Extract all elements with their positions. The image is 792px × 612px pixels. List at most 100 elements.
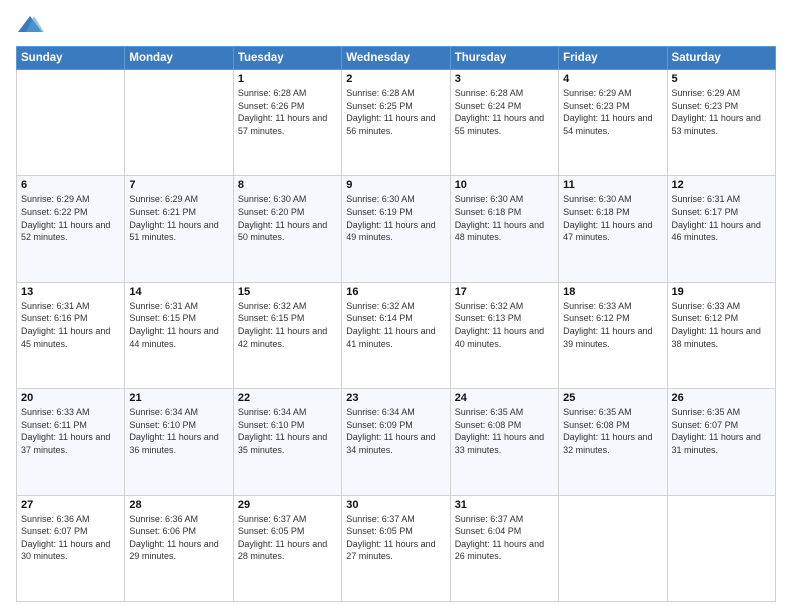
day-info: Sunrise: 6:33 AM Sunset: 6:12 PM Dayligh… [563,300,662,350]
day-info: Sunrise: 6:35 AM Sunset: 6:07 PM Dayligh… [672,406,771,456]
day-number: 16 [346,286,445,298]
calendar-week-5: 27 Sunrise: 6:36 AM Sunset: 6:07 PM Dayli… [17,495,776,601]
calendar-cell: 21 Sunrise: 6:34 AM Sunset: 6:10 PM Dayli… [125,389,233,495]
header [16,12,776,40]
weekday-header-tuesday: Tuesday [233,47,341,70]
calendar-cell: 28 Sunrise: 6:36 AM Sunset: 6:06 PM Dayli… [125,495,233,601]
day-info: Sunrise: 6:31 AM Sunset: 6:17 PM Dayligh… [672,193,771,243]
calendar-cell: 20 Sunrise: 6:33 AM Sunset: 6:11 PM Dayli… [17,389,125,495]
day-info: Sunrise: 6:35 AM Sunset: 6:08 PM Dayligh… [563,406,662,456]
day-number: 24 [455,392,554,404]
day-number: 4 [563,73,662,85]
calendar-cell: 10 Sunrise: 6:30 AM Sunset: 6:18 PM Dayli… [450,176,558,282]
day-number: 17 [455,286,554,298]
weekday-header-monday: Monday [125,47,233,70]
day-number: 15 [238,286,337,298]
day-number: 21 [129,392,228,404]
day-number: 22 [238,392,337,404]
day-number: 14 [129,286,228,298]
calendar-cell: 5Sunrise: 6:29 AM Sunset: 6:23 PM Daylig… [667,70,775,176]
weekday-header-saturday: Saturday [667,47,775,70]
day-number: 30 [346,499,445,511]
day-info: Sunrise: 6:28 AM Sunset: 6:25 PM Dayligh… [346,87,445,137]
day-info: Sunrise: 6:28 AM Sunset: 6:26 PM Dayligh… [238,87,337,137]
weekday-header-wednesday: Wednesday [342,47,450,70]
logo-icon [16,12,44,40]
calendar-cell [125,70,233,176]
day-number: 9 [346,179,445,191]
page: SundayMondayTuesdayWednesdayThursdayFrid… [0,0,792,612]
calendar-cell: 4 Sunrise: 6:29 AM Sunset: 6:23 PM Daylig… [559,70,667,176]
calendar-cell: 19Sunrise: 6:33 AM Sunset: 6:12 PM Dayli… [667,282,775,388]
day-number: 23 [346,392,445,404]
day-info: Sunrise: 6:30 AM Sunset: 6:20 PM Dayligh… [238,193,337,243]
calendar-cell: 6Sunrise: 6:29 AM Sunset: 6:22 PM Daylig… [17,176,125,282]
calendar-week-2: 6Sunrise: 6:29 AM Sunset: 6:22 PM Daylig… [17,176,776,282]
calendar-cell [667,495,775,601]
calendar-cell: 16 Sunrise: 6:32 AM Sunset: 6:14 PM Dayli… [342,282,450,388]
weekday-header-friday: Friday [559,47,667,70]
calendar-cell: 22 Sunrise: 6:34 AM Sunset: 6:10 PM Dayli… [233,389,341,495]
calendar-week-4: 20 Sunrise: 6:33 AM Sunset: 6:11 PM Dayli… [17,389,776,495]
day-info: Sunrise: 6:36 AM Sunset: 6:06 PM Dayligh… [129,513,228,563]
day-number: 3 [455,73,554,85]
calendar-cell: 2 Sunrise: 6:28 AM Sunset: 6:25 PM Daylig… [342,70,450,176]
calendar-cell: 7 Sunrise: 6:29 AM Sunset: 6:21 PM Daylig… [125,176,233,282]
day-number: 18 [563,286,662,298]
day-number: 20 [21,392,120,404]
calendar-cell: 30 Sunrise: 6:37 AM Sunset: 6:05 PM Dayli… [342,495,450,601]
day-number: 27 [21,499,120,511]
weekday-header-thursday: Thursday [450,47,558,70]
calendar-table: SundayMondayTuesdayWednesdayThursdayFrid… [16,46,776,602]
day-info: Sunrise: 6:29 AM Sunset: 6:23 PM Dayligh… [563,87,662,137]
day-info: Sunrise: 6:34 AM Sunset: 6:09 PM Dayligh… [346,406,445,456]
day-info: Sunrise: 6:31 AM Sunset: 6:16 PM Dayligh… [21,300,120,350]
calendar-week-1: 1 Sunrise: 6:28 AM Sunset: 6:26 PM Daylig… [17,70,776,176]
weekday-header-row: SundayMondayTuesdayWednesdayThursdayFrid… [17,47,776,70]
calendar-cell: 17 Sunrise: 6:32 AM Sunset: 6:13 PM Dayli… [450,282,558,388]
day-info: Sunrise: 6:36 AM Sunset: 6:07 PM Dayligh… [21,513,120,563]
day-number: 26 [672,392,771,404]
weekday-header-sunday: Sunday [17,47,125,70]
day-info: Sunrise: 6:31 AM Sunset: 6:15 PM Dayligh… [129,300,228,350]
calendar-cell: 29Sunrise: 6:37 AM Sunset: 6:05 PM Dayli… [233,495,341,601]
day-number: 2 [346,73,445,85]
calendar-cell: 12 Sunrise: 6:31 AM Sunset: 6:17 PM Dayli… [667,176,775,282]
day-info: Sunrise: 6:34 AM Sunset: 6:10 PM Dayligh… [238,406,337,456]
day-number: 19 [672,286,771,298]
day-info: Sunrise: 6:37 AM Sunset: 6:05 PM Dayligh… [346,513,445,563]
calendar-cell: 25 Sunrise: 6:35 AM Sunset: 6:08 PM Dayli… [559,389,667,495]
calendar-cell: 18 Sunrise: 6:33 AM Sunset: 6:12 PM Dayli… [559,282,667,388]
day-info: Sunrise: 6:32 AM Sunset: 6:13 PM Dayligh… [455,300,554,350]
day-number: 25 [563,392,662,404]
day-info: Sunrise: 6:35 AM Sunset: 6:08 PM Dayligh… [455,406,554,456]
calendar-cell [559,495,667,601]
calendar-week-3: 13Sunrise: 6:31 AM Sunset: 6:16 PM Dayli… [17,282,776,388]
day-info: Sunrise: 6:32 AM Sunset: 6:14 PM Dayligh… [346,300,445,350]
day-info: Sunrise: 6:34 AM Sunset: 6:10 PM Dayligh… [129,406,228,456]
day-number: 11 [563,179,662,191]
day-info: Sunrise: 6:33 AM Sunset: 6:11 PM Dayligh… [21,406,120,456]
calendar-cell: 26 Sunrise: 6:35 AM Sunset: 6:07 PM Dayli… [667,389,775,495]
day-info: Sunrise: 6:29 AM Sunset: 6:21 PM Dayligh… [129,193,228,243]
day-number: 10 [455,179,554,191]
calendar-cell: 23 Sunrise: 6:34 AM Sunset: 6:09 PM Dayli… [342,389,450,495]
day-info: Sunrise: 6:28 AM Sunset: 6:24 PM Dayligh… [455,87,554,137]
day-number: 7 [129,179,228,191]
day-number: 1 [238,73,337,85]
calendar-cell: 8 Sunrise: 6:30 AM Sunset: 6:20 PM Daylig… [233,176,341,282]
day-info: Sunrise: 6:37 AM Sunset: 6:05 PM Dayligh… [238,513,337,563]
calendar-cell: 13Sunrise: 6:31 AM Sunset: 6:16 PM Dayli… [17,282,125,388]
calendar-cell: 3 Sunrise: 6:28 AM Sunset: 6:24 PM Daylig… [450,70,558,176]
calendar-cell: 1 Sunrise: 6:28 AM Sunset: 6:26 PM Daylig… [233,70,341,176]
day-number: 31 [455,499,554,511]
calendar-cell: 11Sunrise: 6:30 AM Sunset: 6:18 PM Dayli… [559,176,667,282]
day-number: 8 [238,179,337,191]
day-info: Sunrise: 6:30 AM Sunset: 6:18 PM Dayligh… [455,193,554,243]
day-number: 12 [672,179,771,191]
day-number: 28 [129,499,228,511]
calendar-cell: 27 Sunrise: 6:36 AM Sunset: 6:07 PM Dayli… [17,495,125,601]
calendar-cell: 14 Sunrise: 6:31 AM Sunset: 6:15 PM Dayli… [125,282,233,388]
calendar-cell: 24 Sunrise: 6:35 AM Sunset: 6:08 PM Dayli… [450,389,558,495]
day-info: Sunrise: 6:29 AM Sunset: 6:23 PM Dayligh… [672,87,771,137]
